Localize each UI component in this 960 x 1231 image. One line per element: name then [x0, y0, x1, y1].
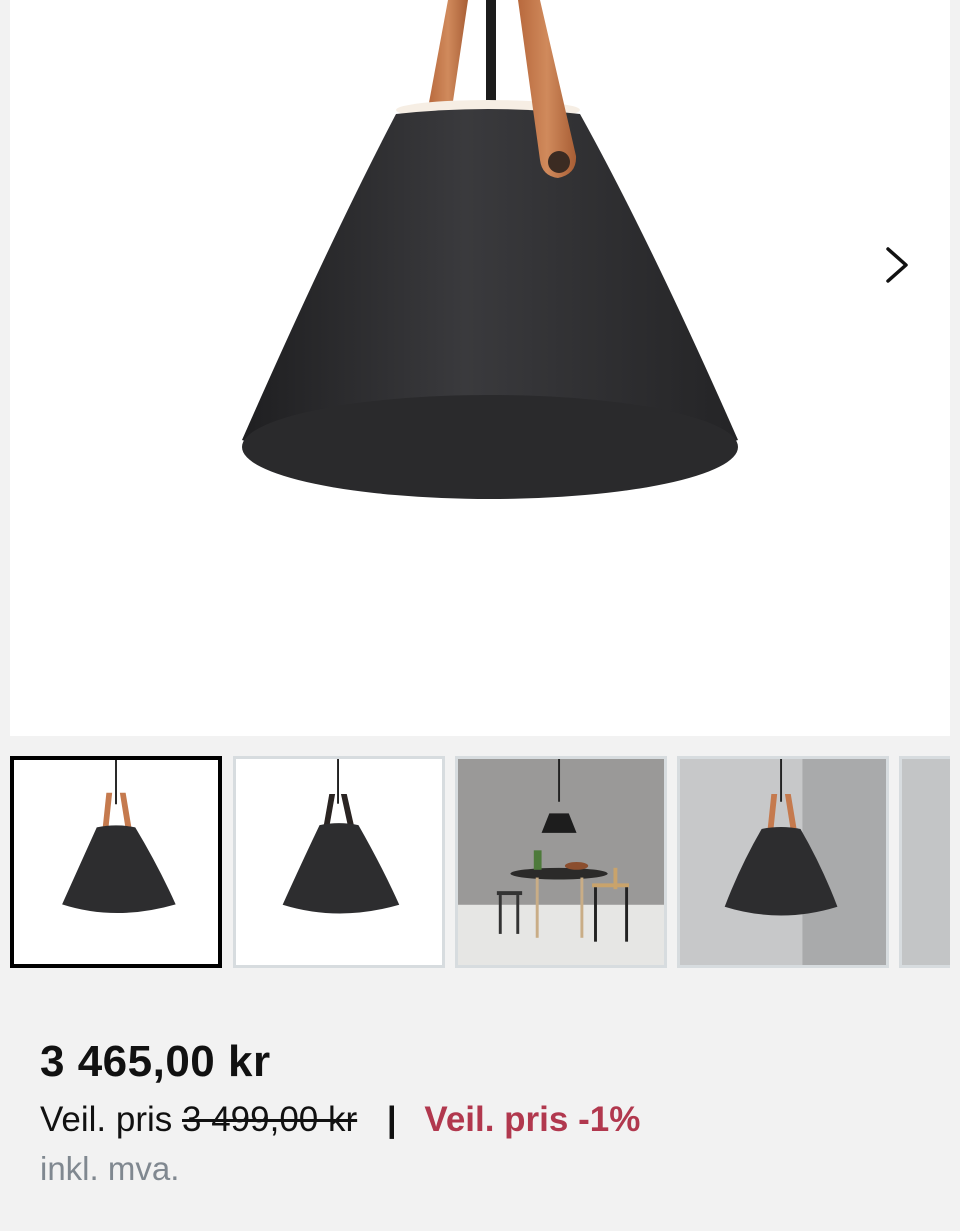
price-block: 3 465,00 kr Veil. pris 3 499,00 kr | Vei…	[40, 1034, 640, 1190]
thumbnail-strip	[10, 756, 950, 968]
lamp-grey-wall-thumbnail-image	[680, 759, 886, 965]
discount-badge: Veil. pris -1%	[424, 1100, 641, 1139]
pendant-lamp-image	[242, 0, 738, 499]
next-image-button[interactable]	[872, 236, 922, 294]
thumbnail-4[interactable]	[677, 756, 889, 968]
thumbnail-3[interactable]	[455, 756, 667, 968]
recommended-price-value: 3 499,00 kr	[182, 1100, 358, 1139]
thumbnail-2[interactable]	[233, 756, 445, 968]
lamp-thumbnail-image	[14, 760, 218, 964]
current-price: 3 465,00 kr	[40, 1037, 271, 1086]
partial-thumbnail-image	[902, 759, 950, 965]
dining-room-thumbnail-image	[458, 759, 664, 965]
chevron-right-icon	[886, 247, 908, 283]
main-product-image[interactable]	[10, 0, 950, 736]
vat-note: inkl. mva.	[40, 1150, 180, 1187]
recommended-price-label: Veil. pris	[40, 1100, 173, 1139]
recommended-price-line: Veil. pris 3 499,00 kr | Veil. pris -1%	[40, 1098, 640, 1142]
thumbnail-5[interactable]	[899, 756, 950, 968]
price-separator: |	[386, 1100, 397, 1139]
lamp-dark-strap-thumbnail-image	[236, 759, 442, 965]
thumbnail-1[interactable]	[10, 756, 222, 968]
